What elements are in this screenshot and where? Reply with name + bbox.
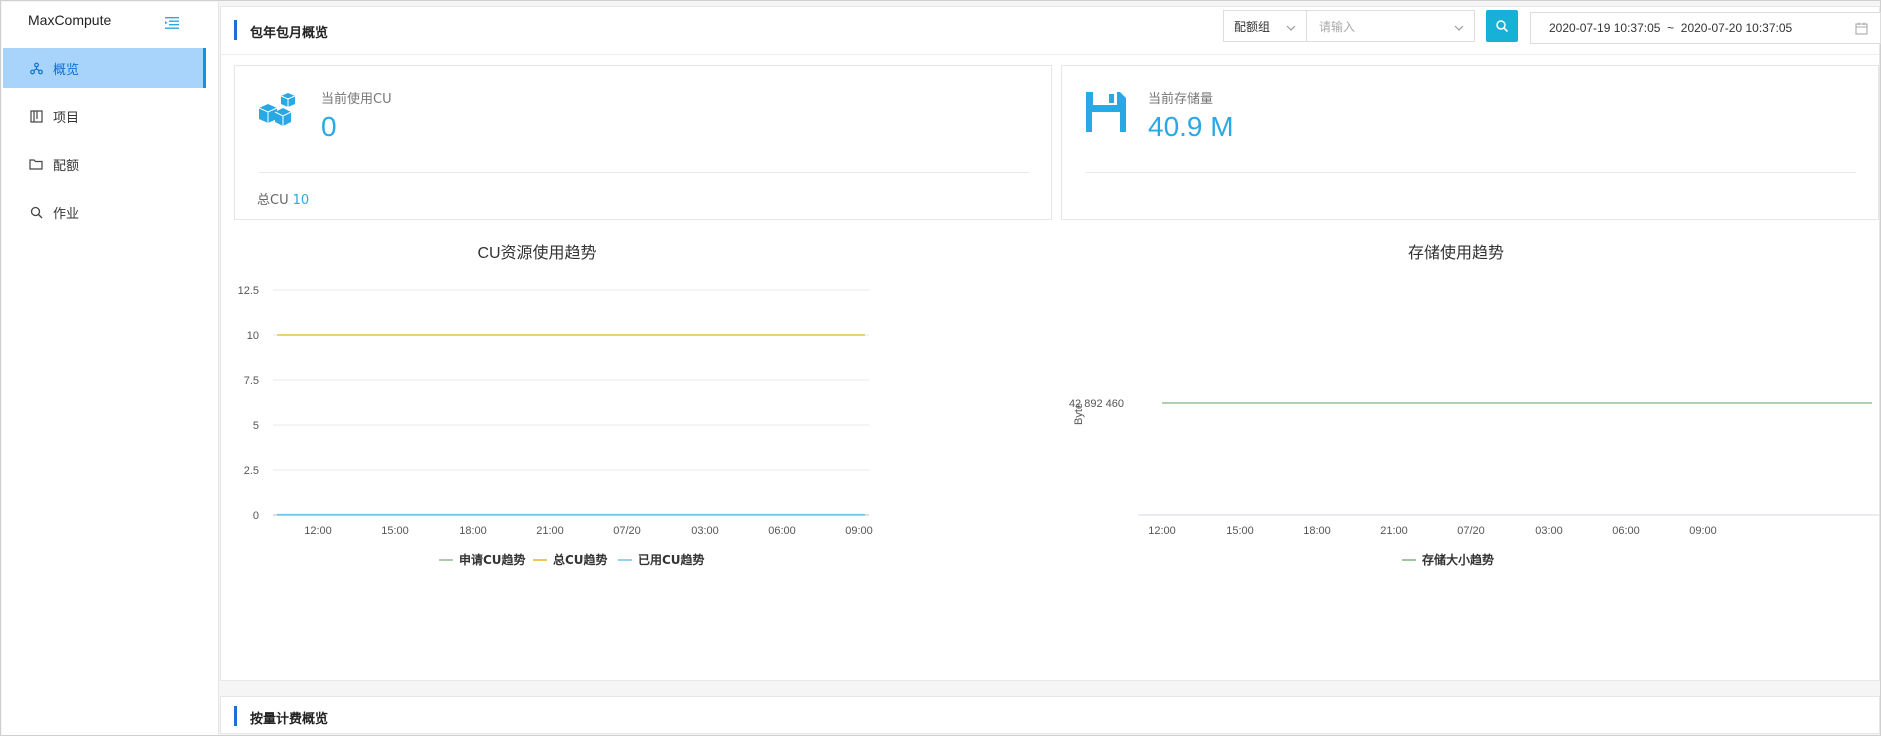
pay-as-you-go-panel: 按量计费概览 [220, 696, 1880, 734]
sidebar: MaxCompute 概览 项目 配额 作业 [2, 2, 219, 735]
floppy-disk-icon [1084, 90, 1128, 134]
divider [1086, 172, 1856, 173]
chart-title: CU资源使用趋势 [477, 244, 596, 262]
x-tick-label: 03:00 [691, 525, 719, 537]
current-cu-value: 0 [321, 111, 337, 142]
cluster-icon [29, 61, 43, 75]
section-title: 按量计费概览 [250, 712, 329, 727]
total-cu-label: 总CU [257, 193, 289, 208]
x-tick-label: 18:00 [1303, 525, 1331, 537]
menu-collapse-icon[interactable] [164, 15, 180, 29]
current-cu-label: 当前使用CU [321, 92, 392, 107]
input-placeholder: 请输入 [1319, 19, 1356, 34]
sidebar-item-jobs[interactable]: 作业 [3, 192, 206, 232]
x-tick-label: 18:00 [459, 525, 487, 537]
sidebar-item-quota[interactable]: 配额 [3, 144, 206, 184]
select-value: 配额组 [1234, 19, 1271, 34]
legend-label: 已用CU趋势 [638, 552, 705, 567]
cu-usage-card: 当前使用CU 0 总CU 10 [234, 65, 1052, 220]
current-storage-label: 当前存储量 [1148, 92, 1214, 107]
sidebar-item-projects[interactable]: 项目 [3, 96, 206, 136]
x-tick-label: 15:00 [1226, 525, 1254, 537]
x-tick-label: 15:00 [381, 525, 409, 537]
total-cu-value: 10 [292, 193, 310, 208]
search-icon [1496, 20, 1509, 33]
y-tick-label: 5 [253, 420, 259, 432]
date-range-picker[interactable]: 2020-07-19 10:37:05 ~ 2020-07-20 10:37:0… [1530, 12, 1881, 44]
chevron-down-icon [1286, 21, 1296, 35]
page-title: 包年包月概览 [250, 26, 329, 41]
y-tick-label: 12.5 [238, 285, 259, 297]
total-cu: 总CU 10 [257, 189, 309, 208]
panel-header: 包年包月概览 配额组 请输入 2020-07-19 10:37:05 ~ 202… [221, 7, 1881, 55]
cu-trend-chart: CU资源使用趋势 12.5 10 7.5 5 2.5 0 12:00 15:00 18:00 21:… [221, 232, 1051, 642]
sidebar-item-label: 概览 [53, 62, 80, 78]
app-window: MaxCompute 概览 项目 配额 作业 包年包月概览 配额组 请输入 20… [0, 0, 1881, 736]
x-tick-label: 06:00 [768, 525, 796, 537]
x-tick-label: 21:00 [1380, 525, 1408, 537]
calendar-icon [1855, 22, 1868, 38]
cu-trend-chart-svg: CU资源使用趋势 12.5 10 7.5 5 2.5 0 12:00 15:00 18:00 21:… [238, 244, 873, 567]
legend-label: 申请CU趋势 [459, 552, 526, 567]
x-tick-label: 09:00 [1689, 525, 1717, 537]
sidebar-item-label: 作业 [53, 206, 80, 222]
sidebar-item-label: 项目 [53, 110, 80, 126]
sidebar-nav: 概览 项目 配额 作业 [2, 48, 219, 240]
legend-label: 总CU趋势 [553, 552, 608, 567]
x-tick-label: 06:00 [1612, 525, 1640, 537]
x-tick-label: 12:00 [1148, 525, 1176, 537]
y-tick-label: 0 [253, 510, 259, 522]
x-tick-label: 03:00 [1535, 525, 1563, 537]
legend-label: 存储大小趋势 [1421, 552, 1494, 567]
x-tick-label: 21:00 [536, 525, 564, 537]
y-tick-label: 7.5 [244, 375, 259, 387]
y-tick-label: 2.5 [244, 465, 259, 477]
cubes-icon [257, 90, 301, 134]
quota-search-input[interactable]: 请输入 [1307, 10, 1475, 42]
title-accent-bar [234, 20, 237, 40]
x-tick-label: 07/20 [1457, 525, 1485, 537]
divider [259, 172, 1029, 173]
chart-title: 存储使用趋势 [1408, 244, 1504, 262]
chevron-down-icon [1454, 21, 1464, 35]
y-tick-label: 42 892 460 [1069, 398, 1124, 410]
folder-icon [29, 157, 43, 171]
storage-trend-chart: 存储使用趋势 Byte 42 892 460 12:00 15:00 18:00 21:00… [1060, 232, 1880, 642]
project-icon [29, 109, 43, 123]
current-storage-value: 40.9 M [1148, 111, 1234, 142]
sidebar-item-overview[interactable]: 概览 [3, 48, 206, 88]
search-button[interactable] [1486, 10, 1518, 42]
subscription-overview-panel: 包年包月概览 配额组 请输入 2020-07-19 10:37:05 ~ 202… [220, 6, 1881, 681]
date-range-text: 2020-07-19 10:37:05 ~ 2020-07-20 10:37:0… [1549, 21, 1793, 35]
x-tick-label: 07/20 [613, 525, 641, 537]
quota-group-select[interactable]: 配额组 [1223, 10, 1307, 42]
app-title: MaxCompute [28, 12, 112, 28]
storage-card: 当前存储量 40.9 M [1061, 65, 1879, 220]
x-tick-label: 12:00 [304, 525, 332, 537]
storage-trend-chart-svg: 存储使用趋势Byte42 892 46012:00 15:00 18:00 21:00… [1069, 244, 1879, 567]
sidebar-item-label: 配额 [53, 158, 80, 174]
title-accent-bar [234, 706, 237, 726]
x-tick-label: 09:00 [845, 525, 873, 537]
y-tick-label: 10 [247, 330, 259, 342]
search-icon [29, 205, 43, 219]
